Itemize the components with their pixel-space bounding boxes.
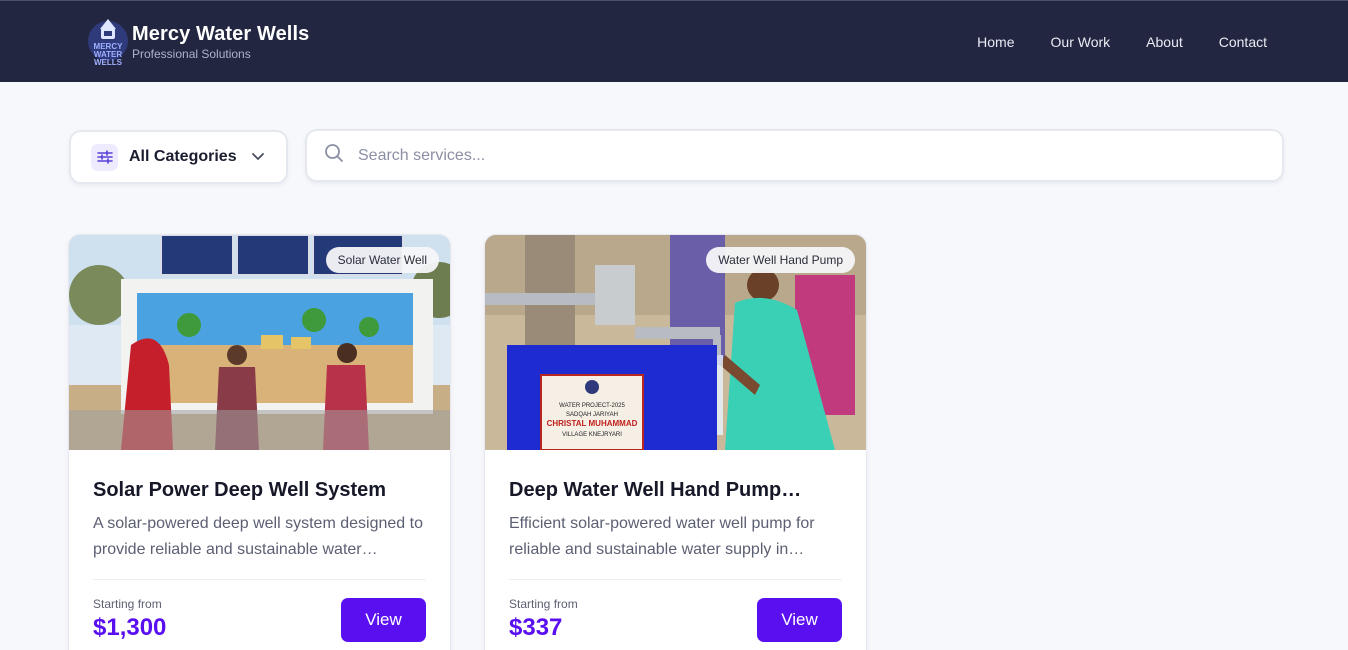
main-nav: Home Our Work About Contact — [977, 1, 1267, 83]
mercy-logo-icon: MERCY WATER WELLS — [86, 13, 130, 69]
svg-text:WATER PROJECT-2025: WATER PROJECT-2025 — [559, 403, 625, 409]
view-button[interactable]: View — [341, 598, 426, 642]
card-title[interactable]: Solar Power Deep Well System — [93, 478, 426, 502]
nav-about[interactable]: About — [1146, 34, 1183, 50]
svg-text:VILLAGE KNEJRYARI: VILLAGE KNEJRYARI — [562, 432, 622, 438]
brand-subtitle: Professional Solutions — [132, 46, 251, 61]
service-card[interactable]: WATER PROJECT-2025 SADQAH JARIYAH CHRIST… — [484, 234, 867, 650]
svg-text:CHRISTAL MUHAMMAD: CHRISTAL MUHAMMAD — [547, 419, 638, 428]
view-button[interactable]: View — [757, 598, 842, 642]
svg-text:WELLS: WELLS — [94, 58, 123, 67]
chevron-down-icon — [251, 148, 265, 166]
card-title[interactable]: Deep Water Well Hand Pump… — [509, 478, 842, 502]
card-description: Efficient solar-powered water well pump … — [509, 515, 815, 558]
card-divider — [509, 579, 842, 580]
nav-our-work[interactable]: Our Work — [1051, 34, 1111, 50]
card-description: A solar-powered deep well system designe… — [93, 515, 423, 558]
card-image-solar-well: Solar Water Well — [69, 235, 450, 450]
brand[interactable]: MERCY WATER WELLS Mercy Water Wells Prof… — [86, 11, 309, 71]
category-badge: Solar Water Well — [325, 247, 439, 273]
svg-text:SADQAH JARIYAH: SADQAH JARIYAH — [566, 412, 618, 418]
brand-title: Mercy Water Wells — [132, 22, 310, 45]
category-dropdown[interactable]: All Categories — [69, 130, 288, 184]
nav-home[interactable]: Home — [977, 34, 1014, 50]
card-image-hand-pump: WATER PROJECT-2025 SADQAH JARIYAH CHRIST… — [485, 235, 866, 450]
card-divider — [93, 579, 426, 580]
sliders-icon — [91, 143, 118, 171]
nav-contact[interactable]: Contact — [1219, 34, 1267, 50]
search-input[interactable] — [358, 146, 1238, 165]
search-box — [305, 129, 1284, 182]
top-navbar: MERCY WATER WELLS Mercy Water Wells Prof… — [0, 0, 1348, 82]
search-icon — [324, 143, 344, 168]
category-badge: Water Well Hand Pump — [706, 247, 855, 273]
service-card[interactable]: Solar Water Well Solar Power Deep Well S… — [68, 234, 451, 650]
category-selected-label: All Categories — [129, 148, 237, 165]
